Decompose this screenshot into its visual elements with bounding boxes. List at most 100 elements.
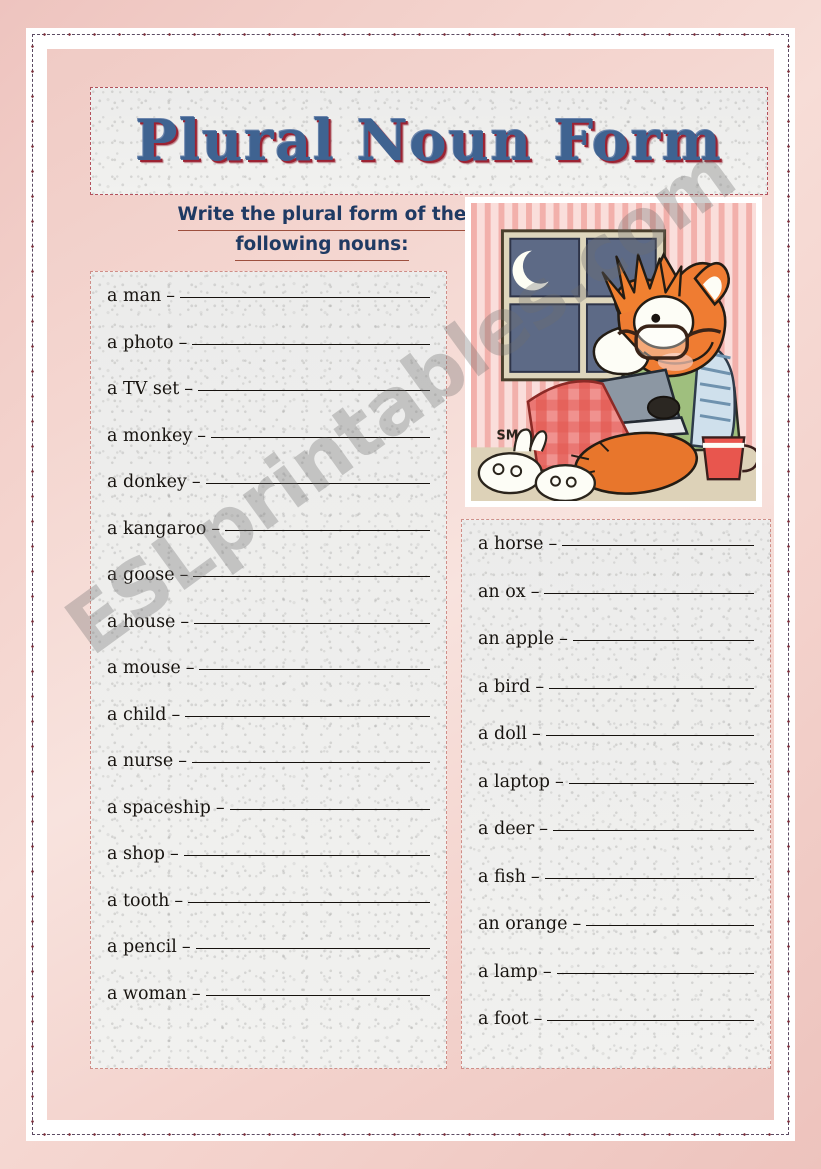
list-item[interactable]: a monkey – <box>107 426 430 473</box>
instruction-line-2: following nouns: <box>235 231 409 261</box>
noun-label: a laptop <box>478 771 550 792</box>
list-item[interactable]: an orange – <box>478 914 754 962</box>
dash: – <box>542 961 552 982</box>
list-item[interactable]: a lamp – <box>478 962 754 1010</box>
answer-blank[interactable] <box>556 972 754 974</box>
list-item[interactable]: a woman – <box>107 984 430 1031</box>
noun-label: a fish <box>478 866 526 887</box>
noun-label: a bird <box>478 676 531 697</box>
list-item[interactable]: a pencil – <box>107 937 430 984</box>
answer-blank[interactable] <box>544 592 754 594</box>
answer-blank[interactable] <box>553 830 754 831</box>
list-item[interactable]: a tooth – <box>107 891 430 938</box>
answer-blank[interactable] <box>194 622 430 624</box>
dash: – <box>530 866 540 887</box>
dash: – <box>555 771 564 792</box>
list-item[interactable]: a donkey – <box>107 472 430 519</box>
list-item[interactable]: a horse – <box>478 534 754 582</box>
dash: – <box>197 425 206 446</box>
list-item[interactable]: a shop – <box>107 844 430 891</box>
list-item[interactable]: a house – <box>107 612 430 659</box>
dash: – <box>535 676 545 697</box>
answer-blank[interactable] <box>198 390 430 391</box>
noun-label: a spaceship <box>107 797 211 818</box>
dash: – <box>166 286 176 306</box>
dash: – <box>174 890 184 911</box>
list-item[interactable]: a nurse – <box>107 751 430 798</box>
dash: – <box>178 332 188 353</box>
answer-blank[interactable] <box>205 483 430 484</box>
answer-blank[interactable] <box>188 901 430 903</box>
answer-blank[interactable] <box>586 925 754 926</box>
answer-blank[interactable] <box>544 877 754 879</box>
list-item[interactable]: a deer – <box>478 819 754 867</box>
list-item[interactable]: a laptop – <box>478 772 754 820</box>
list-item[interactable]: a bird – <box>478 677 754 725</box>
answer-blank[interactable] <box>183 855 430 856</box>
list-item[interactable]: a doll – <box>478 724 754 772</box>
page-title: Plural Noun Form <box>135 108 723 174</box>
content-area: Plural Noun Form Write the plural form o… <box>47 49 774 1120</box>
answer-blank[interactable] <box>568 782 754 784</box>
list-item[interactable]: a child – <box>107 705 430 752</box>
answer-blank[interactable] <box>572 640 754 641</box>
answer-blank[interactable] <box>562 545 754 546</box>
dash: – <box>181 937 191 957</box>
list-item[interactable]: a man – <box>107 286 430 333</box>
answer-blank[interactable] <box>180 297 430 298</box>
dash: – <box>184 379 193 399</box>
answer-blank[interactable] <box>192 762 430 763</box>
noun-label: a foot <box>478 1009 529 1029</box>
noun-label: a child <box>107 704 167 725</box>
list-item[interactable]: a photo – <box>107 333 430 380</box>
noun-label: a man <box>107 286 162 306</box>
answer-blank[interactable] <box>193 576 430 577</box>
noun-label: a pencil <box>107 937 177 957</box>
answer-blank[interactable] <box>225 529 430 531</box>
noun-label: a goose <box>107 565 175 585</box>
answer-blank[interactable] <box>192 343 430 345</box>
list-item[interactable]: an ox – <box>478 582 754 630</box>
list-item[interactable]: an apple – <box>478 629 754 677</box>
illustration-svg: SM <box>471 203 756 501</box>
noun-label: a tooth <box>107 890 170 911</box>
answer-blank[interactable] <box>547 1020 754 1021</box>
list-item[interactable]: a TV set – <box>107 379 430 426</box>
exercise-box-right: a horse – an ox – an apple – a bird – a … <box>461 519 771 1069</box>
noun-label: a horse <box>478 534 544 554</box>
noun-label: an orange <box>478 914 568 934</box>
answer-blank[interactable] <box>549 687 754 689</box>
list-item[interactable]: a goose – <box>107 565 430 612</box>
noun-label: a monkey <box>107 425 193 446</box>
dash: – <box>533 1009 543 1029</box>
dash: – <box>548 534 558 554</box>
list-item[interactable]: a fish – <box>478 867 754 915</box>
answer-blank[interactable] <box>229 808 430 810</box>
dash: – <box>215 797 225 818</box>
fox-in-bed-illustration: SM <box>471 203 756 501</box>
answer-blank[interactable] <box>195 948 430 949</box>
dash: – <box>185 658 195 678</box>
answer-blank[interactable] <box>205 994 430 996</box>
answer-blank[interactable] <box>211 436 430 438</box>
illustration-signature: SM <box>497 428 519 443</box>
answer-blank[interactable] <box>185 715 430 717</box>
list-item[interactable]: a kangaroo – <box>107 519 430 566</box>
noun-label: a donkey <box>107 472 187 492</box>
illustration-frame: SM <box>465 197 762 507</box>
noun-label: a TV set <box>107 379 180 399</box>
noun-label: a nurse <box>107 751 174 771</box>
list-item[interactable]: a foot – <box>478 1009 754 1057</box>
dash: – <box>559 629 568 649</box>
answer-blank[interactable] <box>199 669 430 670</box>
noun-label: a mouse <box>107 658 181 678</box>
list-item[interactable]: a mouse – <box>107 658 430 705</box>
dash: – <box>191 983 201 1004</box>
list-item[interactable]: a spaceship – <box>107 798 430 845</box>
dash: – <box>211 518 221 539</box>
answer-blank[interactable] <box>545 735 754 736</box>
noun-label: a doll <box>478 724 527 744</box>
title-banner: Plural Noun Form <box>90 87 768 195</box>
worksheet-page: Plural Noun Form Write the plural form o… <box>0 0 821 1169</box>
instruction-line-1: Write the plural form of the <box>177 201 467 231</box>
